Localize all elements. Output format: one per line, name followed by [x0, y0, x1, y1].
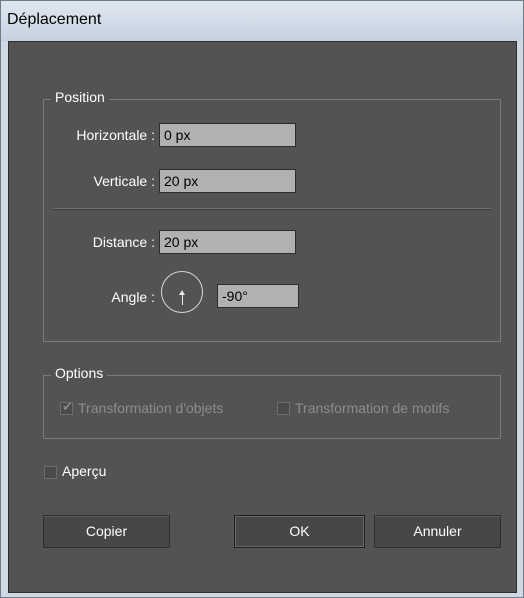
transform-patterns-label: Transformation de motifs: [295, 400, 450, 416]
angle-dial[interactable]: [161, 271, 203, 313]
vertical-label: Verticale :: [93, 173, 155, 189]
title-bar[interactable]: Déplacement: [1, 1, 523, 41]
distance-label: Distance :: [92, 234, 155, 250]
horizontal-input[interactable]: 0 px: [159, 123, 296, 147]
copy-button[interactable]: Copier: [43, 515, 170, 548]
checkmark-icon: ✔: [62, 400, 73, 415]
cancel-button[interactable]: Annuler: [374, 515, 501, 548]
preview-checkbox[interactable]: [44, 466, 57, 479]
dialog-title: Déplacement: [7, 11, 102, 28]
transform-patterns-checkbox[interactable]: [277, 402, 290, 415]
position-legend: Position: [51, 89, 109, 105]
vertical-input[interactable]: 20 px: [159, 169, 296, 193]
angle-label: Angle :: [111, 289, 155, 305]
distance-input[interactable]: 20 px: [159, 230, 296, 254]
options-legend: Options: [51, 365, 108, 381]
move-dialog: Déplacement Position Horizontale : 0 px …: [0, 0, 524, 598]
dialog-body: Position Horizontale : 0 px Verticale : …: [8, 41, 517, 593]
transform-objects-label: Transformation d'objets: [78, 400, 224, 416]
angle-arrow-icon: [179, 290, 185, 295]
ok-button[interactable]: OK: [234, 515, 365, 548]
position-separator-shadow: [54, 209, 491, 210]
preview-label: Aperçu: [62, 463, 107, 479]
horizontal-label: Horizontale :: [76, 127, 155, 143]
transform-objects-checkbox[interactable]: ✔: [60, 400, 73, 415]
angle-input[interactable]: -90°: [217, 284, 299, 308]
